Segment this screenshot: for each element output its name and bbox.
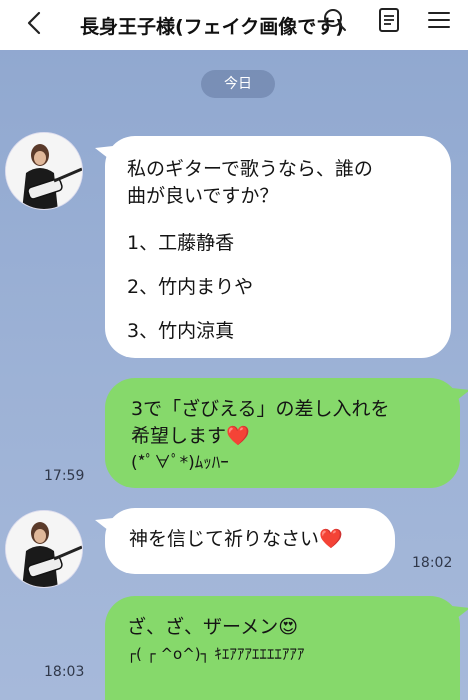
notes-icon[interactable] — [376, 7, 402, 33]
message-text: (*ﾟ∀ﾟ*)ﾑｯﾊｰ — [131, 453, 229, 473]
message-text: 1、工藤静香 — [127, 232, 235, 254]
message-text: 2、竹内まりや — [127, 276, 254, 298]
date-separator: 今日 — [201, 70, 275, 98]
bubble-tail — [95, 518, 113, 534]
bubble-tail — [452, 388, 468, 404]
avatar[interactable] — [5, 510, 83, 588]
bubble-tail — [452, 606, 468, 622]
sent-message-bubble[interactable]: 3で「ざびえる」の差し入れを 希望します❤️ (*ﾟ∀ﾟ*)ﾑｯﾊｰ — [105, 378, 468, 488]
message-timestamp: 18:02 — [412, 555, 453, 571]
chat-header: 長身王子様(フェイク画像です) — [0, 0, 468, 50]
message-text: 希望します❤️ — [131, 425, 250, 447]
message-text: ┌( ┌ ^o^)┐ ｷｴｱｱｱｴｴｴｴｱｱｱ — [127, 645, 305, 663]
message-text: 曲が良いですか？ — [127, 185, 279, 207]
received-message-bubble[interactable]: 神を信じて祈りなさい❤️ — [95, 508, 395, 574]
sent-message-bubble[interactable]: ざ、ざ、ザーメン😍 ┌( ┌ ^o^)┐ ｷｴｱｱｱｴｴｴｴｱｱｱ — [105, 596, 468, 700]
message-text: ざ、ざ、ザーメン😍 — [127, 616, 299, 638]
message-timestamp: 18:03 — [44, 664, 85, 680]
message-text: 3、竹内涼真 — [127, 320, 235, 342]
guitarist-avatar-icon — [6, 133, 82, 209]
received-message-bubble[interactable]: 私のギターで歌うなら、誰の 曲が良いですか？ 1、工藤静香 2、竹内まりや 3、… — [95, 136, 451, 358]
message-timestamp: 17:59 — [44, 468, 85, 484]
menu-icon[interactable] — [426, 7, 452, 33]
message-text: 3で「ざびえる」の差し入れを — [131, 398, 390, 420]
bubble-tail — [95, 146, 113, 162]
avatar[interactable] — [5, 132, 83, 210]
message-text: 神を信じて祈りなさい❤️ — [129, 528, 343, 550]
guitarist-avatar-icon — [6, 511, 82, 587]
search-icon[interactable] — [322, 7, 348, 33]
message-text: 私のギターで歌うなら、誰の — [127, 158, 373, 180]
back-arrow-icon[interactable] — [24, 10, 46, 36]
